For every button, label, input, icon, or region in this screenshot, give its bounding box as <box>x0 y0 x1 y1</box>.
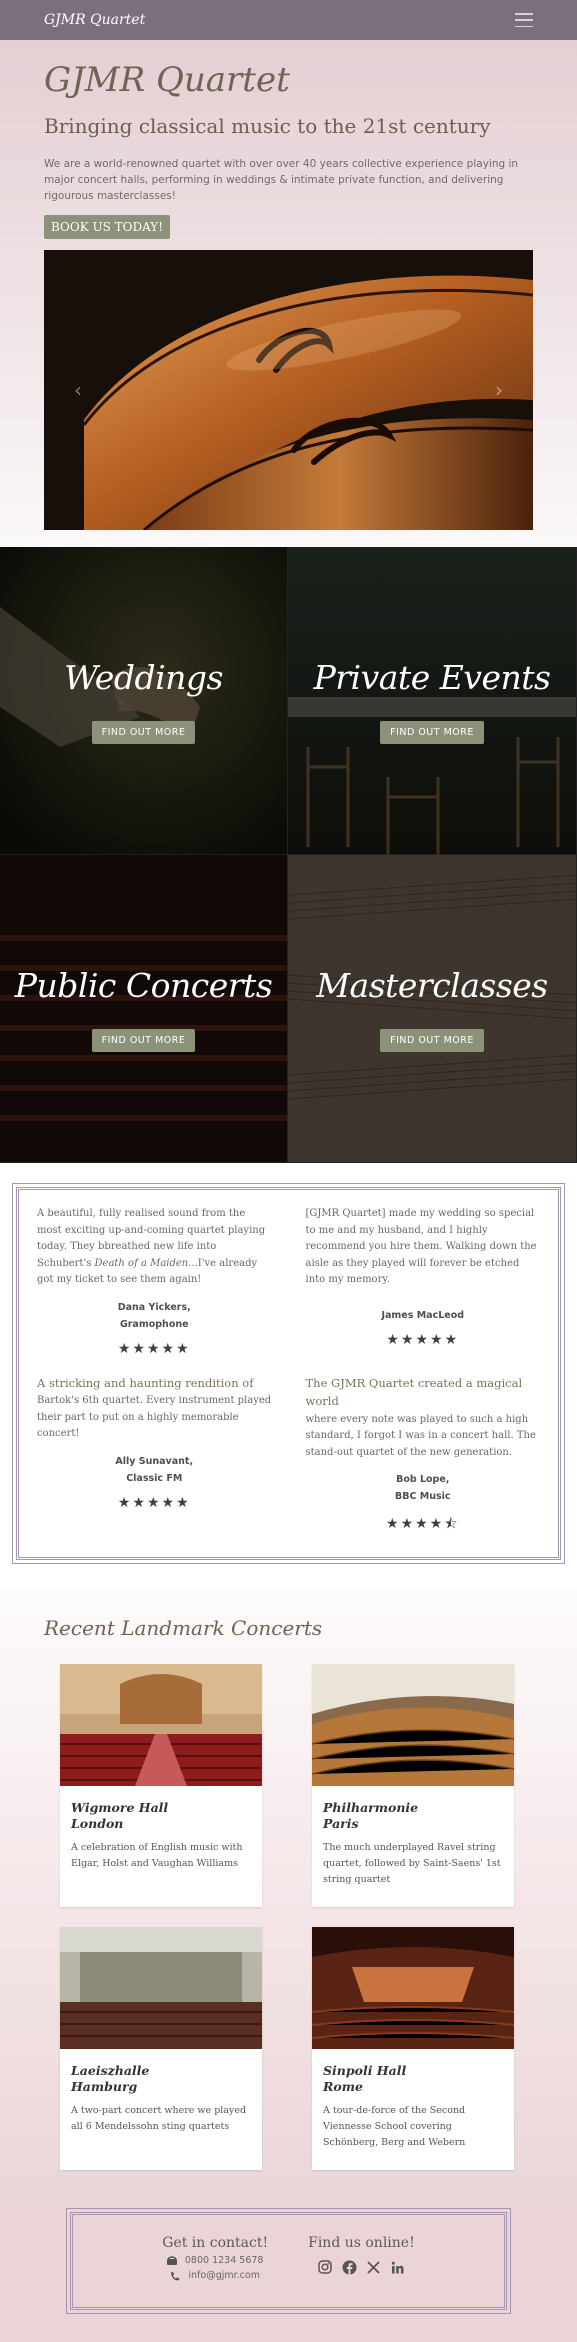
testimonial: A stricking and haunting rendition of Bar… <box>37 1375 272 1538</box>
find-out-more-button[interactable]: FIND OUT MORE <box>91 720 196 744</box>
facebook-icon[interactable] <box>341 2259 357 2275</box>
testimonial-author: Ally Sunavant, Classic FM <box>115 1455 194 1484</box>
service-tile-public-concerts: Public Concerts FIND OUT MORE <box>0 855 288 1163</box>
contact-footer: Get in contact! 0800 1234 5678 info@gjmr… <box>0 2200 577 2342</box>
weddings-image <box>0 547 287 854</box>
card-text: The much underplayed Ravel string quarte… <box>323 1842 501 1885</box>
private-events-image <box>288 547 576 854</box>
find-out-more-button[interactable]: FIND OUT MORE <box>380 720 484 744</box>
testimonial-quote: A beautiful, fully realised sound from t… <box>37 1208 266 1285</box>
recent-concerts-section: Recent Landmark Concerts Wigmore Hall Lon… <box>0 1588 577 2200</box>
wigmore-hall-image <box>60 1664 262 1786</box>
service-tile-weddings: Weddings FIND OUT MORE <box>0 547 288 855</box>
concert-cards: Wigmore Hall London A celebration of Engl… <box>60 1664 517 2170</box>
testimonial-quote: The GJMR Quartet created a magical world… <box>305 1375 536 1458</box>
card-text: A celebration of English music with Elga… <box>71 1842 243 1869</box>
hero-description: We are a world-renowned quartet with ove… <box>44 158 519 202</box>
hero-title: GJMR Quartet <box>44 60 290 100</box>
phone-number: 0800 1234 5678 <box>184 2255 264 2266</box>
hero-subtitle: Bringing classical music to the 21st cen… <box>44 114 491 138</box>
social-heading: Find us online! <box>308 2235 415 2251</box>
phone-call-icon <box>171 2271 180 2280</box>
testimonial-quote: [GJMR Quartet] made my wedding so specia… <box>305 1208 537 1285</box>
contact-frame: Get in contact! 0800 1234 5678 info@gjmr… <box>66 2208 511 2314</box>
testimonials-section: A beautiful, fully realised sound from t… <box>0 1163 577 1588</box>
service-title: Weddings <box>64 657 223 697</box>
book-us-button[interactable]: BOOK US TODAY! <box>44 215 171 239</box>
card-text: A tour-de-force of the Second Viennesse … <box>323 2105 466 2148</box>
email-address: info@gjmr.com <box>188 2270 260 2281</box>
testimonial-author: James MacLeod <box>381 1309 465 1321</box>
testimonials-frame: A beautiful, fully realised sound from t… <box>12 1183 565 1564</box>
x-icon[interactable] <box>365 2259 381 2275</box>
hamburger-menu-icon[interactable] <box>515 13 533 27</box>
service-title: Private Events <box>313 657 551 697</box>
carousel-next-icon[interactable]: › <box>495 378 503 402</box>
email-line[interactable]: info@gjmr.com <box>170 2270 260 2281</box>
philharmonie-image <box>312 1664 514 1786</box>
card-title: Sinpoli Hall Rome <box>323 2063 407 2094</box>
navbar: GJMR Quartet <box>0 0 577 40</box>
services-grid: Weddings FIND OUT MORE Private Events FI… <box>0 547 577 1163</box>
concert-card[interactable]: Sinpoli Hall Rome A tour-de-force of the … <box>312 1927 514 2170</box>
hero-carousel: ‹ › <box>44 250 533 530</box>
rating-stars-icon: ★★★★★ <box>117 1340 191 1357</box>
social-links <box>317 2259 405 2275</box>
testimonial: A beautiful, fully realised sound from t… <box>37 1206 272 1357</box>
carousel-prev-icon[interactable]: ‹ <box>74 378 82 402</box>
card-title: Laeiszhalle Hamburg <box>71 2063 150 2094</box>
testimonial-author: Bob Lope, BBC Music <box>394 1474 451 1502</box>
service-tile-masterclasses: Masterclasses FIND OUT MORE <box>288 855 577 1163</box>
contact-heading: Get in contact! <box>162 2235 269 2251</box>
concert-card[interactable]: Philharmonie Paris The much underplayed R… <box>312 1664 514 1907</box>
testimonial-quote: A stricking and haunting rendition of Bar… <box>37 1375 272 1440</box>
masterclasses-image <box>288 855 576 1162</box>
card-title: Philharmonie Paris <box>323 1800 419 1831</box>
social-column: Find us online! <box>308 2235 415 2307</box>
linkedin-icon[interactable] <box>389 2259 405 2275</box>
rating-stars-icon: ★★★★★ <box>117 1494 191 1511</box>
sinpoli-hall-image <box>312 1927 514 2049</box>
phone-icon <box>166 2256 177 2265</box>
instagram-icon[interactable] <box>317 2259 333 2275</box>
phone-line[interactable]: 0800 1234 5678 <box>166 2255 264 2266</box>
find-out-more-button[interactable]: FIND OUT MORE <box>91 1028 196 1052</box>
concert-card[interactable]: Laeiszhalle Hamburg A two-part concert wh… <box>60 1927 262 2170</box>
rating-stars-icon: ★★★★⯪ <box>386 1516 460 1532</box>
testimonial: The GJMR Quartet created a magical world… <box>306 1375 541 1538</box>
testimonial: [GJMR Quartet] made my wedding so specia… <box>306 1206 541 1357</box>
concert-card[interactable]: Wigmore Hall London A celebration of Engl… <box>60 1664 262 1907</box>
rating-stars-icon: ★★★★★ <box>386 1331 460 1348</box>
violin-image <box>44 250 533 530</box>
laeiszhalle-image <box>60 1927 262 2049</box>
brand-logo[interactable]: GJMR Quartet <box>44 12 145 28</box>
testimonial-author: Dana Yickers, Gramophone <box>117 1301 191 1330</box>
find-out-more-button[interactable]: FIND OUT MORE <box>380 1028 484 1052</box>
contact-column: Get in contact! 0800 1234 5678 info@gjmr… <box>162 2235 268 2307</box>
public-concerts-image <box>0 855 287 1162</box>
service-title: Public Concerts <box>14 965 273 1005</box>
service-tile-private-events: Private Events FIND OUT MORE <box>288 547 577 855</box>
service-title: Masterclasses <box>316 965 548 1005</box>
card-title: Wigmore Hall London <box>71 1800 169 1831</box>
hero-section: GJMR Quartet Bringing classical music to… <box>0 40 577 547</box>
section-title: Recent Landmark Concerts <box>44 1616 323 1640</box>
card-text: A two-part concert where we played all 6… <box>71 2105 247 2132</box>
